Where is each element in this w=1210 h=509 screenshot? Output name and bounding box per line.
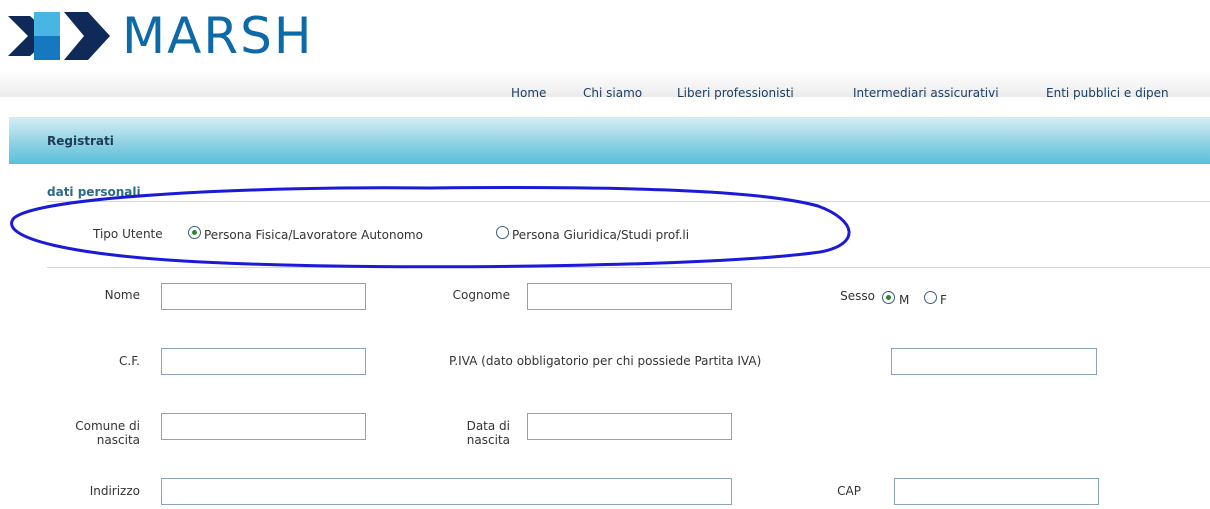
panel-title: Registrati: [47, 134, 114, 148]
tipo-utente-divider: [47, 267, 1210, 268]
comune-nascita-label: Comune di nascita: [75, 419, 140, 447]
nome-label: Nome: [104, 288, 140, 302]
data-nascita-label: Data di nascita: [466, 419, 510, 447]
radio-persona-giuridica-label[interactable]: Persona Giuridica/Studi prof.li: [512, 228, 689, 242]
piva-input[interactable]: [891, 348, 1097, 375]
cognome-label: Cognome: [452, 288, 510, 302]
radio-persona-fisica-label[interactable]: Persona Fisica/Lavoratore Autonomo: [204, 228, 423, 242]
indirizzo-input[interactable]: [161, 478, 732, 505]
nav-item-chi-siamo[interactable]: Chi siamo: [583, 83, 642, 103]
cf-label: C.F.: [119, 354, 140, 368]
marsh-logo[interactable]: MARSH: [8, 6, 368, 66]
comune-nascita-input[interactable]: [161, 413, 366, 440]
cf-input[interactable]: [161, 348, 366, 375]
indirizzo-label: Indirizzo: [89, 484, 140, 498]
nav-item-home[interactable]: Home: [511, 83, 546, 103]
data-nascita-input[interactable]: [527, 413, 732, 440]
cap-input[interactable]: [894, 478, 1099, 505]
radio-sesso-f[interactable]: [924, 291, 937, 304]
piva-label: P.IVA (dato obbligatorio per chi possied…: [449, 354, 762, 368]
radio-sesso-m-label[interactable]: M: [899, 293, 909, 307]
site-header: MARSH Home Chi siamo Liberi professionis…: [0, 0, 1210, 100]
radio-persona-giuridica[interactable]: [496, 226, 509, 239]
radio-persona-fisica[interactable]: [188, 226, 201, 239]
nome-input[interactable]: [161, 283, 366, 310]
logo-text: MARSH: [122, 7, 314, 65]
main-nav: Home Chi siamo Liberi professionisti Int…: [0, 83, 1210, 103]
radio-sesso-f-label[interactable]: F: [940, 293, 947, 307]
sesso-label: Sesso: [840, 289, 875, 303]
nav-item-liberi-professionisti[interactable]: Liberi professionisti: [677, 83, 794, 103]
nav-item-enti-pubblici[interactable]: Enti pubblici e dipen: [1046, 83, 1169, 103]
section-title: dati personali: [47, 185, 141, 199]
tipo-utente-label: Tipo Utente: [93, 227, 163, 241]
panel-header: Registrati: [9, 117, 1210, 164]
nav-item-intermediari-assicurativi[interactable]: Intermediari assicurativi: [853, 83, 999, 103]
registration-panel: Registrati dati personali Tipo Utente Pe…: [9, 117, 1210, 509]
marsh-logo-icon: [8, 12, 110, 60]
section-divider: [47, 201, 1210, 202]
radio-sesso-m[interactable]: [882, 291, 895, 304]
cap-label: CAP: [837, 484, 861, 498]
cognome-input[interactable]: [527, 283, 732, 310]
